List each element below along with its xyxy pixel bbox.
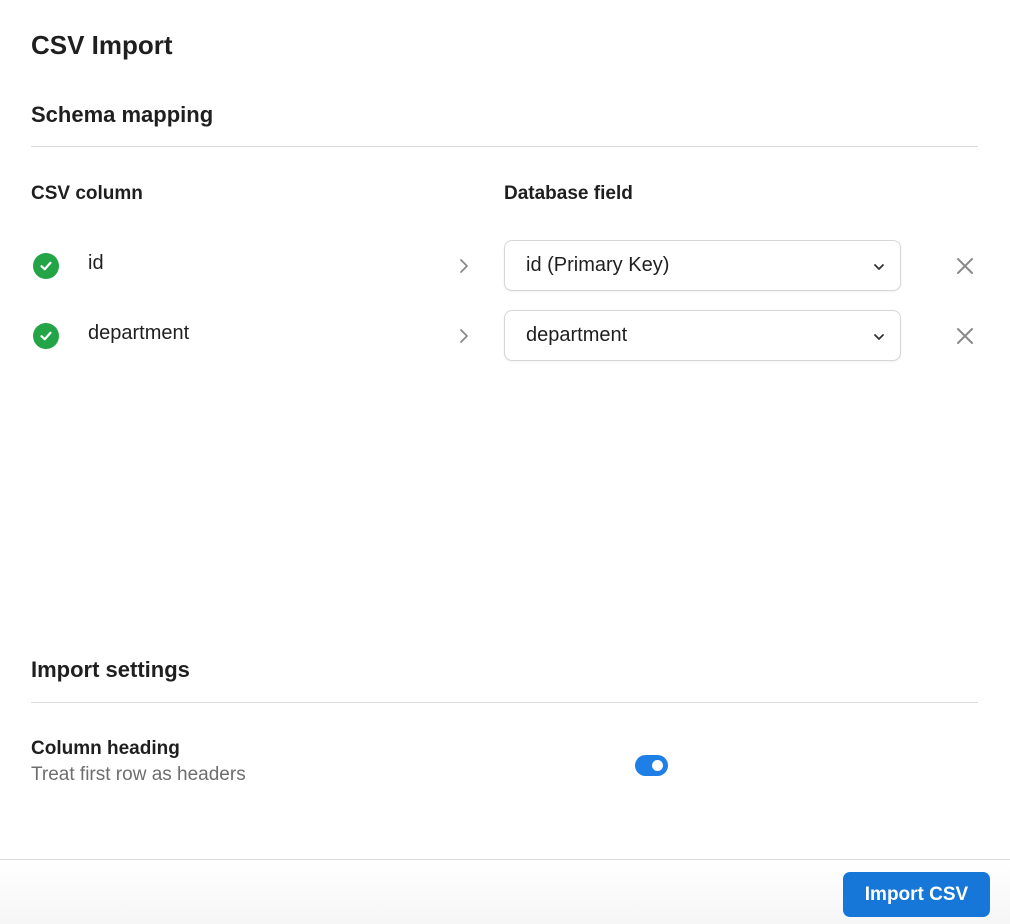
chevron-right-icon — [460, 329, 468, 343]
import-settings-title: Import settings — [31, 657, 190, 682]
database-field-select[interactable]: id (Primary Key) — [504, 240, 901, 291]
close-icon[interactable] — [954, 255, 976, 277]
column-heading-description: Treat first row as headers — [31, 764, 246, 785]
page-title: CSV Import — [31, 30, 173, 60]
schema-divider — [31, 146, 978, 147]
database-field-header: Database field — [504, 183, 633, 204]
column-heading-label: Column heading — [31, 738, 180, 759]
database-field-value: id (Primary Key) — [526, 254, 670, 276]
csv-import-page: CSV Import Schema mapping CSV column Dat… — [0, 0, 1010, 924]
toggle-knob — [652, 760, 663, 771]
database-field-value: department — [526, 324, 628, 346]
close-icon[interactable] — [954, 325, 976, 347]
column-heading-toggle[interactable] — [635, 755, 668, 776]
database-field-select[interactable]: department — [504, 310, 901, 361]
csv-column-name: department — [88, 322, 190, 344]
mapping-row: id id (Primary Key) — [0, 240, 1010, 292]
chevron-down-icon — [874, 264, 884, 270]
chevron-right-icon — [460, 259, 468, 273]
settings-divider — [31, 702, 978, 703]
check-icon — [33, 323, 59, 349]
csv-column-name: id — [88, 252, 104, 274]
schema-mapping-title: Schema mapping — [31, 102, 214, 127]
csv-column-header: CSV column — [31, 183, 143, 204]
check-icon — [33, 253, 59, 279]
import-csv-button[interactable]: Import CSV — [843, 872, 990, 917]
mapping-row: department department — [0, 310, 1010, 362]
chevron-down-icon — [874, 334, 884, 340]
